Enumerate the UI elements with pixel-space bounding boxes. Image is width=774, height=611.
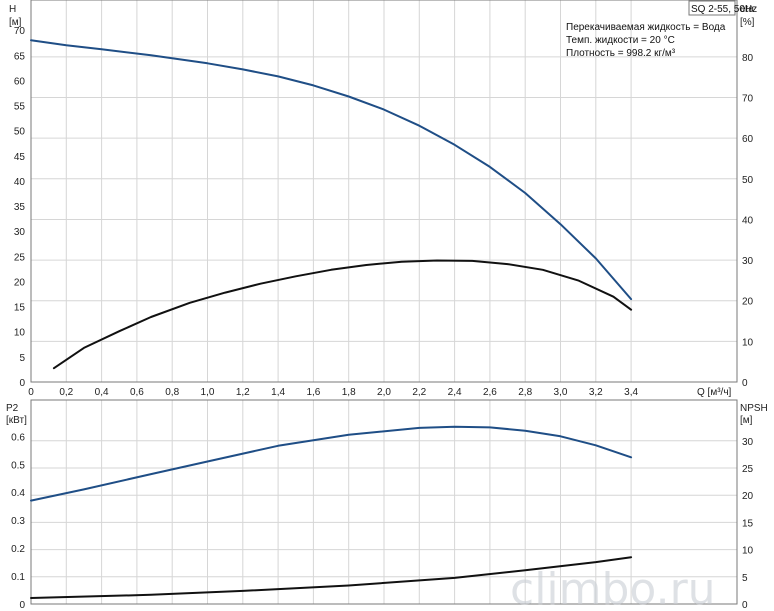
grid-layer [30,0,737,605]
right-tick-label: 0 [742,600,748,611]
right-tick-label: 25 [742,464,754,475]
x-tick-label: 1,4 [271,387,285,398]
x-tick-label: 2,2 [412,387,426,398]
left-tick-label: 65 [14,51,26,62]
h-axis-label-name: H [м] [9,4,22,28]
x-tick-label: 1,0 [201,387,215,398]
pump-performance-chart: 0 0,2 0,4 0,6 0,8 1,0 1,2 1,4 1,6 1,8 2,0 2,2 2,4 2,6… [6,0,768,611]
series-line-p2 [30,425,633,502]
x-tick-label: 3,2 [589,387,603,398]
right-tick-label: 50 [742,175,754,186]
q-axis-label: Q [м³/ч] [697,387,732,398]
left-tick-label: 30 [14,227,26,238]
left-tick-label: 60 [14,76,26,87]
left-tick-label: 0.4 [11,488,25,499]
left-tick-label: 0.3 [11,516,25,527]
p2-axis-label: P2 [кВт] [6,403,27,426]
right-tick-label: 70 [742,94,754,105]
x-tick-label: 1,8 [342,387,356,398]
x-tick-label: 0 [28,387,34,398]
x-tick-label: 3,0 [554,387,568,398]
x-tick-label: 2,0 [377,387,391,398]
x-tick-label: 0,4 [95,387,109,398]
right-tick-label: 40 [742,215,754,226]
tick-label-layer: 0 0,2 0,4 0,6 0,8 1,0 1,2 1,4 1,6 1,8 2,0 2,2 2,4 2,6… [11,26,753,611]
series-layer [30,39,633,599]
watermark: climbo.ru [510,564,716,611]
x-tick-label: 0,8 [165,387,179,398]
left-tick-label: 10 [14,328,26,339]
x-tick-label: 0,6 [130,387,144,398]
series-line-eta [52,259,633,370]
left-tick-label: 35 [14,202,26,213]
right-tick-label: 5 [742,573,748,584]
left-tick-label: 55 [14,102,26,113]
x-tick-label: 1,6 [306,387,320,398]
left-tick-label: 20 [14,277,26,288]
left-tick-label: 0.1 [11,572,25,583]
x-tick-label: 2,8 [518,387,532,398]
temperature-info-line: Темп. жидкости = 20 °C [566,35,675,46]
x-tick-label: 0,2 [59,387,73,398]
right-tick-label: 0 [742,378,748,389]
right-tick-label: 15 [742,518,754,529]
right-tick-label: 20 [742,491,754,502]
npsh-axis-label: NPSH [м] [740,403,768,426]
right-tick-label: 30 [742,256,754,267]
left-tick-label: 40 [14,177,26,188]
model-label: SQ 2-55, 50Hz [691,4,757,15]
left-tick-label: 0.2 [11,544,25,555]
right-tick-label: 60 [742,134,754,145]
left-tick-label: 15 [14,303,26,314]
left-tick-label: 50 [14,127,26,138]
right-tick-label: 10 [742,546,754,557]
right-tick-label: 10 [742,337,754,348]
x-tick-label: 2,4 [448,387,462,398]
left-tick-label: 0.6 [11,432,25,443]
left-tick-label: 0 [19,600,25,611]
left-tick-label: 5 [19,353,25,364]
x-tick-label: 2,6 [483,387,497,398]
x-tick-label: 3,4 [624,387,638,398]
fluid-info-line: Перекачиваемая жидкость = Вода [566,22,726,33]
x-tick-label: 1,2 [236,387,250,398]
density-info-line: Плотность = 998.2 кг/м³ [566,48,676,59]
left-tick-label: 25 [14,252,26,263]
right-tick-label: 30 [742,437,754,448]
left-tick-label: 45 [14,152,26,163]
right-tick-label: 20 [742,297,754,308]
left-tick-label: 0.5 [11,460,25,471]
left-tick-label: 0 [19,378,25,389]
right-tick-label: 80 [742,53,754,64]
